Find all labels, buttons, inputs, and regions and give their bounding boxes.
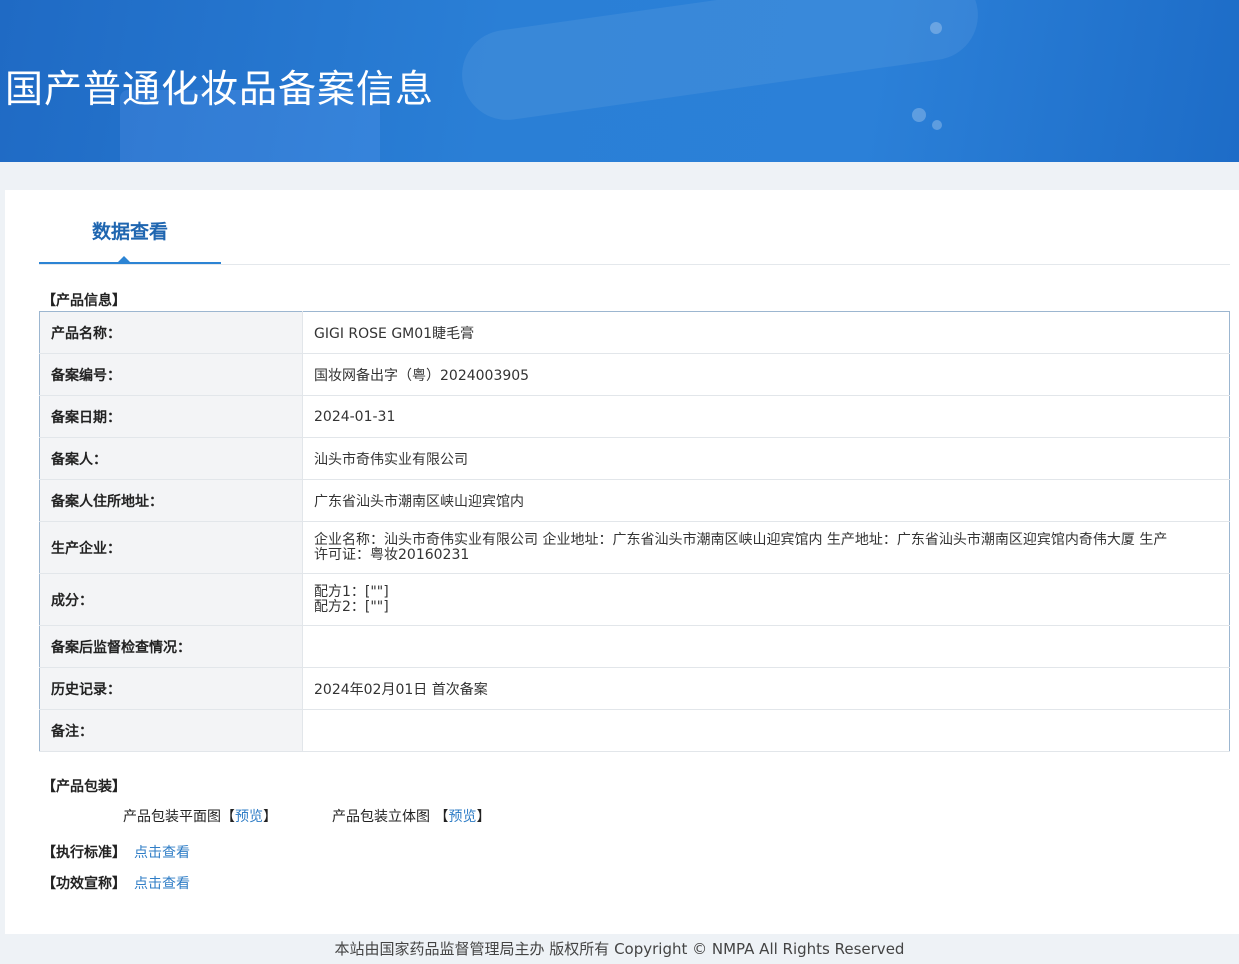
- table-row: 备案后监督检查情况：: [39, 625, 1230, 668]
- bracket: 】: [263, 809, 277, 825]
- row-value: GIGI ROSE GM01睫毛膏: [302, 311, 1230, 354]
- product-info-title: 【产品信息】: [42, 293, 126, 309]
- table-row: 备注：: [39, 709, 1230, 752]
- standard-label: 【执行标准】: [42, 845, 126, 861]
- footer: 本站由国家药品监督管理局主办 版权所有 Copyright © NMPA All…: [0, 934, 1239, 964]
- bracket: 【: [221, 809, 235, 825]
- row-label: 备案后监督检查情况：: [39, 625, 303, 668]
- product-info-table: 产品名称： GIGI ROSE GM01睫毛膏 备案编号： 国妆网备出字（粤）2…: [39, 311, 1230, 752]
- efficacy-view-link[interactable]: 点击查看: [134, 876, 190, 892]
- packaging-flat-label: 产品包装平面图: [123, 809, 221, 825]
- banner-decoration: [456, 0, 984, 126]
- efficacy-row: 【功效宣称】 点击查看: [42, 873, 190, 893]
- tab-active-caret-icon: [118, 256, 130, 262]
- row-label: 备案日期：: [39, 395, 303, 438]
- solid-preview-link[interactable]: 预览: [448, 809, 476, 825]
- header-banner: 国产普通化妆品备案信息: [0, 0, 1239, 162]
- banner-decoration: [912, 108, 926, 122]
- table-row: 备案人住所地址： 广东省汕头市潮南区峡山迎宾馆内: [39, 479, 1230, 522]
- table-row: 备案编号： 国妆网备出字（粤）2024003905: [39, 353, 1230, 396]
- row-label: 生产企业：: [39, 521, 303, 574]
- row-value: 配方1：[""] 配方2：[""]: [302, 573, 1230, 626]
- banner-decoration: [932, 120, 942, 130]
- row-value: 汕头市奇伟实业有限公司: [302, 437, 1230, 480]
- packaging-flat: 产品包装平面图【预览】: [123, 806, 277, 826]
- table-row: 生产企业： 企业名称：汕头市奇伟实业有限公司 企业地址：广东省汕头市潮南区峡山迎…: [39, 521, 1230, 574]
- row-label: 备案人：: [39, 437, 303, 480]
- row-label: 备案编号：: [39, 353, 303, 396]
- row-value: [302, 709, 1230, 752]
- standard-row: 【执行标准】 点击查看: [42, 842, 190, 862]
- table-row: 产品名称： GIGI ROSE GM01睫毛膏: [39, 311, 1230, 354]
- page-title: 国产普通化妆品备案信息: [5, 67, 435, 111]
- packaging-title: 【产品包装】: [42, 779, 126, 795]
- tab-label: 数据查看: [91, 221, 168, 243]
- row-label: 历史记录：: [39, 667, 303, 710]
- footer-text: 本站由国家药品监督管理局主办 版权所有 Copyright © NMPA All…: [334, 940, 905, 958]
- row-label: 备注：: [39, 709, 303, 752]
- row-value: 企业名称：汕头市奇伟实业有限公司 企业地址：广东省汕头市潮南区峡山迎宾馆内 生产…: [302, 521, 1230, 574]
- formula-line: 配方1：[""]: [314, 583, 389, 600]
- flat-preview-link[interactable]: 预览: [235, 809, 263, 825]
- row-value: 国妆网备出字（粤）2024003905: [302, 353, 1230, 396]
- row-label: 成分：: [39, 573, 303, 626]
- formula-line: 配方2：[""]: [314, 598, 389, 615]
- tab-data-view[interactable]: 数据查看: [39, 190, 221, 264]
- row-value: 广东省汕头市潮南区峡山迎宾馆内: [302, 479, 1230, 522]
- packaging-solid: 产品包装立体图 【预览】: [332, 806, 490, 826]
- manufacturer-line: 许可证：粤妆20160231: [314, 546, 470, 563]
- packaging-solid-label: 产品包装立体图: [332, 809, 430, 825]
- row-label: 备案人住所地址：: [39, 479, 303, 522]
- table-row: 备案日期： 2024-01-31: [39, 395, 1230, 438]
- bracket: 】: [476, 809, 491, 825]
- table-row: 成分： 配方1：[""] 配方2：[""]: [39, 573, 1230, 626]
- row-label: 产品名称：: [39, 311, 303, 354]
- table-row: 历史记录： 2024年02月01日 首次备案: [39, 667, 1230, 710]
- table-row: 备案人： 汕头市奇伟实业有限公司: [39, 437, 1230, 480]
- row-value: [302, 625, 1230, 668]
- standard-view-link[interactable]: 点击查看: [134, 845, 190, 861]
- content-panel: 数据查看 【产品信息】 产品名称： GIGI ROSE GM01睫毛膏 备案编号…: [5, 190, 1239, 934]
- efficacy-label: 【功效宣称】: [42, 876, 126, 892]
- row-value: 2024-01-31: [302, 395, 1230, 438]
- tab-bar: 数据查看: [39, 190, 1230, 265]
- bracket: 【: [434, 809, 449, 825]
- manufacturer-line: 企业名称：汕头市奇伟实业有限公司 企业地址：广东省汕头市潮南区峡山迎宾馆内 生产…: [314, 531, 1168, 548]
- row-value: 2024年02月01日 首次备案: [302, 667, 1230, 710]
- banner-decoration: [930, 22, 942, 34]
